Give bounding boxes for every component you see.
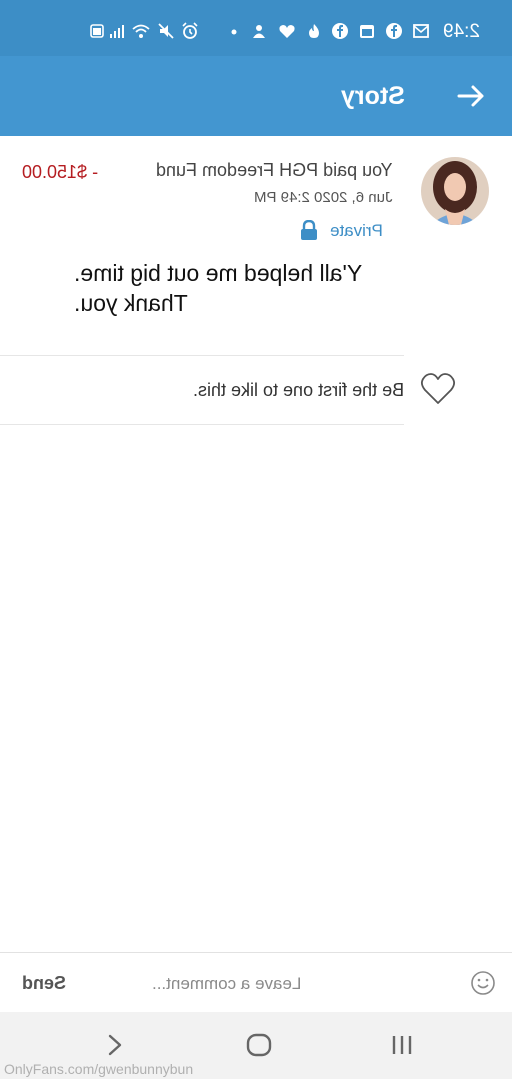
- like-row: Be the first one to like this.: [0, 356, 512, 424]
- lock-icon: [300, 220, 318, 240]
- home-icon[interactable]: [244, 1030, 274, 1060]
- wifi-icon: [132, 22, 150, 40]
- heart-icon: [278, 22, 296, 40]
- calendar-icon: [358, 22, 376, 40]
- mute-icon: [157, 22, 175, 40]
- flame-icon: [305, 22, 323, 40]
- post-text-line: Y'all helped me out big time.: [74, 260, 363, 286]
- back-arrow-icon[interactable]: [455, 80, 487, 112]
- recents-icon[interactable]: [387, 1030, 417, 1060]
- status-bar: 2:49: [0, 0, 512, 56]
- notification-icon: [250, 22, 268, 40]
- facebook-icon: [331, 22, 349, 40]
- facebook-icon: [385, 22, 403, 40]
- dot-icon: [225, 22, 243, 40]
- signal-icon: [108, 22, 126, 40]
- divider: [0, 424, 404, 425]
- watermark: OnlyFans.com/gwenbunnybun: [4, 1061, 194, 1077]
- system-nav-bar: OnlyFans.com/gwenbunnybun: [0, 1012, 512, 1079]
- status-time: 2:49: [442, 21, 480, 42]
- privacy-badge: Private: [300, 219, 393, 243]
- privacy-label: Private: [330, 221, 383, 240]
- back-icon[interactable]: [100, 1030, 130, 1060]
- post-text-line: Thank you.: [74, 290, 188, 316]
- post-date: Jun 6, 2020 2:49 PM: [253, 189, 392, 206]
- avatar[interactable]: [421, 157, 489, 225]
- post-amount: - $150.00: [22, 162, 99, 182]
- alarm-icon: [181, 22, 199, 40]
- heart-outline-icon[interactable]: [420, 372, 456, 406]
- send-button[interactable]: Send: [22, 971, 66, 995]
- likes-text: Be the first one to like this.: [192, 380, 404, 400]
- app-header: Story: [0, 56, 512, 136]
- post-text: Y'all helped me out big time. Thank you.: [74, 258, 394, 318]
- emoji-icon[interactable]: [470, 970, 496, 996]
- comment-input[interactable]: [150, 968, 454, 1000]
- comment-bar: Send: [0, 952, 512, 1013]
- battery-icon: [88, 22, 106, 40]
- post-meta: You paid PGH Freedom Fund: [155, 160, 392, 180]
- page-title: Story: [341, 82, 405, 110]
- mail-icon: [412, 22, 430, 40]
